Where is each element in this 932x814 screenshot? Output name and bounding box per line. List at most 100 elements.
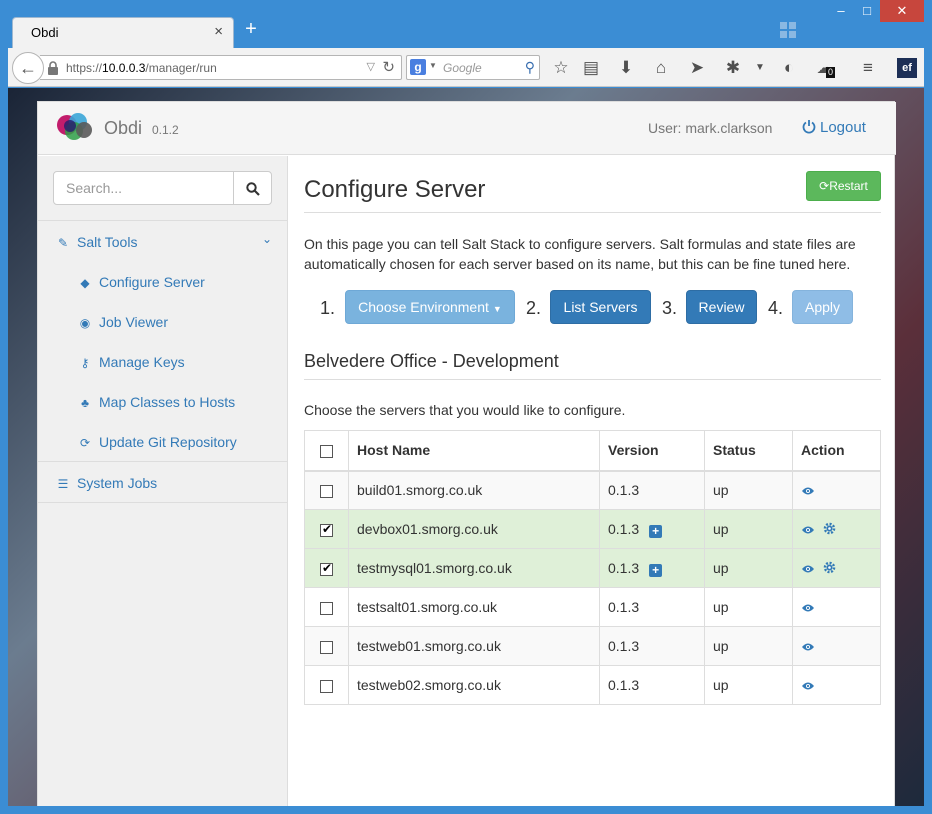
search-button[interactable] — [233, 171, 272, 205]
engine-dropdown-icon[interactable]: ▼ — [429, 61, 437, 70]
sidebar-item-label: System Jobs — [77, 475, 158, 491]
url-bar[interactable]: https://10.0.0.3/manager/run ▽ ↻ — [40, 55, 402, 80]
app-version: 0.1.2 — [152, 123, 179, 137]
view-button[interactable] — [801, 483, 815, 499]
row-checkbox[interactable] — [320, 522, 333, 537]
menu-icon[interactable]: ≡ — [857, 57, 879, 79]
configure-button[interactable] — [823, 522, 836, 538]
step-number: 1. — [320, 298, 336, 318]
eye-icon — [802, 643, 814, 651]
search-bar[interactable]: g ▼ Google ⚲ — [406, 55, 540, 80]
host-name-cell: testweb01.smorg.co.uk — [348, 626, 600, 666]
maximize-button[interactable]: □ — [854, 0, 880, 22]
table-row[interactable]: testweb02.smorg.co.uk 0.1.3 up — [304, 665, 881, 705]
plus-square-icon[interactable]: + — [649, 563, 663, 577]
row-checkbox[interactable] — [320, 561, 333, 576]
search-input[interactable] — [53, 171, 234, 205]
url-text: https://10.0.0.3/manager/run — [66, 61, 217, 75]
new-tab-button[interactable]: + — [240, 18, 262, 41]
version-cell: 0.1.3 — [599, 626, 705, 666]
configure-button[interactable] — [823, 561, 836, 577]
review-button[interactable]: Review — [686, 290, 757, 324]
eye-icon — [802, 487, 814, 495]
view-button[interactable] — [801, 561, 815, 577]
google-icon[interactable]: g — [410, 59, 426, 75]
window-close-button[interactable]: ✕ — [880, 0, 924, 22]
view-button[interactable] — [801, 522, 815, 538]
sidebar-item-update-git[interactable]: ⟳ Update Git Repository — [78, 434, 237, 450]
sidebar-item-label: Manage Keys — [99, 354, 185, 370]
current-user: User: mark.clarkson — [648, 120, 773, 136]
extension-dropdown-icon[interactable]: ▼ — [749, 57, 771, 79]
tab-close-icon[interactable]: × — [214, 23, 223, 40]
back-button[interactable]: ← — [12, 52, 44, 84]
browser-tab[interactable]: Obdi × — [12, 17, 234, 48]
refresh-icon: ⟳ — [79, 436, 91, 450]
reload-icon[interactable]: ↻ — [382, 58, 395, 76]
action-cell — [792, 587, 881, 627]
action-cell — [792, 665, 881, 705]
view-button[interactable] — [801, 678, 815, 694]
apply-button[interactable]: Apply — [792, 290, 853, 324]
search-icon — [246, 182, 260, 196]
table-row[interactable]: testmysql01.smorg.co.uk 0.1.3 + up — [304, 548, 881, 588]
ef-extension-icon[interactable]: ef — [897, 58, 917, 78]
minimize-button[interactable]: – — [828, 0, 854, 22]
sidebar-item-map-classes[interactable]: ♣ Map Classes to Hosts — [78, 394, 235, 410]
version-value: 0.1.3 — [608, 559, 640, 576]
reading-list-icon[interactable]: ▤ — [580, 57, 602, 79]
brand-name[interactable]: Obdi — [104, 118, 142, 139]
sidebar-item-system-jobs[interactable]: ☰ System Jobs — [56, 475, 158, 491]
status-cell: up — [704, 509, 793, 549]
table-row[interactable]: build01.smorg.co.uk 0.1.3 up — [304, 470, 881, 510]
version-value: 0.1.3 — [608, 638, 640, 654]
table-row[interactable]: testsalt01.smorg.co.uk 0.1.3 up — [304, 587, 881, 627]
select-all-checkbox[interactable] — [320, 445, 333, 459]
row-checkbox[interactable] — [320, 640, 333, 654]
row-checkbox[interactable] — [320, 485, 333, 499]
row-checkbox[interactable] — [320, 679, 333, 693]
select-cell — [304, 587, 349, 627]
bug-icon[interactable]: ✱ — [722, 57, 744, 79]
status-cell: up — [704, 626, 793, 666]
ghostery-icon[interactable]: ☁ 0 — [814, 57, 836, 79]
eye-icon: ◉ — [79, 316, 91, 330]
action-cell — [792, 470, 881, 510]
bookmark-star-icon[interactable]: ☆ — [550, 57, 572, 79]
home-icon[interactable]: ⌂ — [650, 57, 672, 79]
table-row[interactable]: devbox01.smorg.co.uk 0.1.3 + up — [304, 509, 881, 549]
column-header: Action — [792, 430, 881, 472]
view-button[interactable] — [801, 600, 815, 616]
sidebar-item-job-viewer[interactable]: ◉ Job Viewer — [78, 314, 168, 330]
choose-environment-button[interactable]: Choose Environment ▼ — [345, 290, 515, 324]
url-history-icon[interactable]: ▽ — [367, 60, 375, 73]
history-icon[interactable]: ◐ — [778, 57, 800, 79]
divider — [38, 461, 288, 462]
send-icon[interactable]: ➤ — [686, 57, 708, 79]
sidebar-item-manage-keys[interactable]: ⚷ Manage Keys — [78, 354, 185, 370]
step-number: 3. — [662, 298, 678, 318]
sidebar-group-salt-tools[interactable]: ✎ Salt Tools — [56, 234, 137, 250]
list-servers-button[interactable]: List Servers — [550, 290, 651, 324]
logout-link[interactable]: Logout — [802, 119, 866, 136]
view-button[interactable] — [801, 639, 815, 655]
eye-icon — [802, 565, 814, 573]
section-title: Belvedere Office - Development — [304, 351, 559, 371]
row-checkbox[interactable] — [320, 601, 333, 615]
logout-label: Logout — [820, 119, 866, 136]
version-cell: 0.1.3 — [599, 470, 705, 510]
host-name-cell: devbox01.smorg.co.uk — [348, 509, 600, 549]
sidebar-item-configure-server[interactable]: ◆ Configure Server — [78, 274, 204, 290]
table-row[interactable]: testweb01.smorg.co.uk 0.1.3 up — [304, 626, 881, 666]
tab-groups-icon[interactable] — [780, 22, 796, 38]
search-placeholder: Google — [443, 61, 482, 75]
restart-button[interactable]: ⟳Restart — [806, 171, 881, 201]
version-value: 0.1.3 — [608, 482, 640, 499]
download-icon[interactable]: ⬇ — [615, 57, 637, 79]
plus-square-icon[interactable]: + — [649, 524, 663, 538]
eye-icon — [802, 604, 814, 612]
search-go-icon[interactable]: ⚲ — [525, 59, 535, 76]
column-header: Version — [599, 430, 705, 472]
eye-icon — [802, 682, 814, 690]
chevron-down-icon[interactable]: ⌄ — [262, 232, 272, 246]
